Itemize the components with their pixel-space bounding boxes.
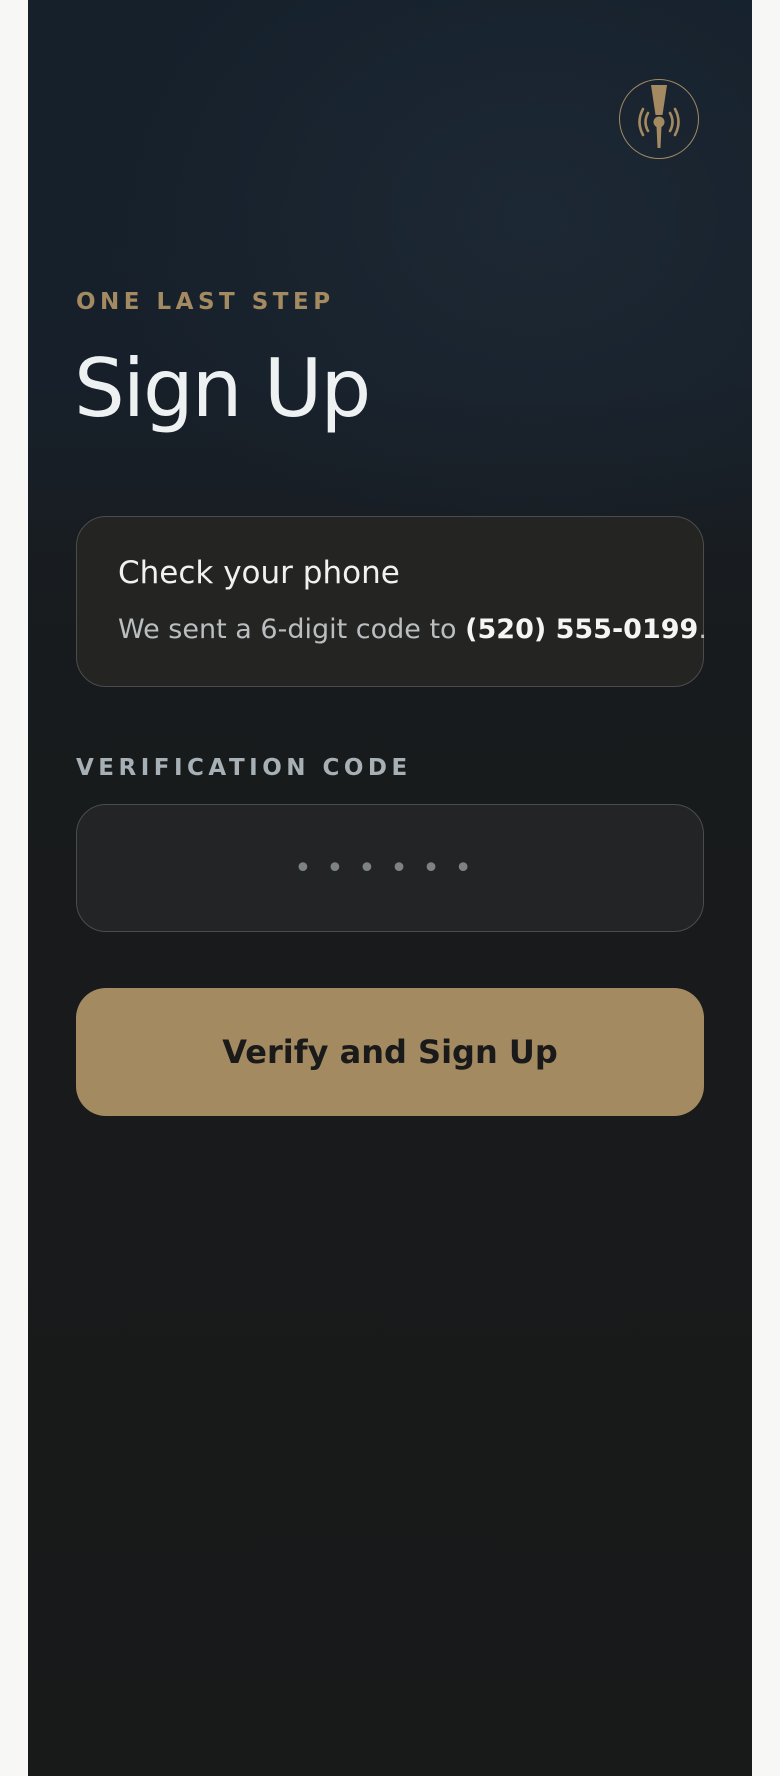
notice-message: We sent a 6-digit code to (520) 555-0199…: [118, 614, 707, 645]
beer-tap-icon: [637, 82, 681, 156]
notice-message-prefix: We sent a 6-digit code to: [118, 614, 466, 645]
notice-message-suffix: .: [698, 614, 707, 645]
sms-notice-card: Check your phone We sent a 6-digit code …: [76, 516, 707, 687]
page-title: Sign Up: [74, 342, 371, 435]
verify-and-sign-up-button[interactable]: Verify and Sign Up: [76, 988, 704, 1116]
phone-number: (520) 555-0199: [465, 614, 699, 645]
signup-screen: ONE LAST STEP Sign Up Check your phone W…: [28, 0, 752, 1776]
notice-title: Check your phone: [118, 555, 400, 591]
logo-button[interactable]: [619, 79, 699, 159]
verification-code-input[interactable]: [76, 804, 704, 932]
verification-code-label: VERIFICATION CODE: [76, 755, 412, 781]
step-eyebrow: ONE LAST STEP: [76, 289, 335, 315]
